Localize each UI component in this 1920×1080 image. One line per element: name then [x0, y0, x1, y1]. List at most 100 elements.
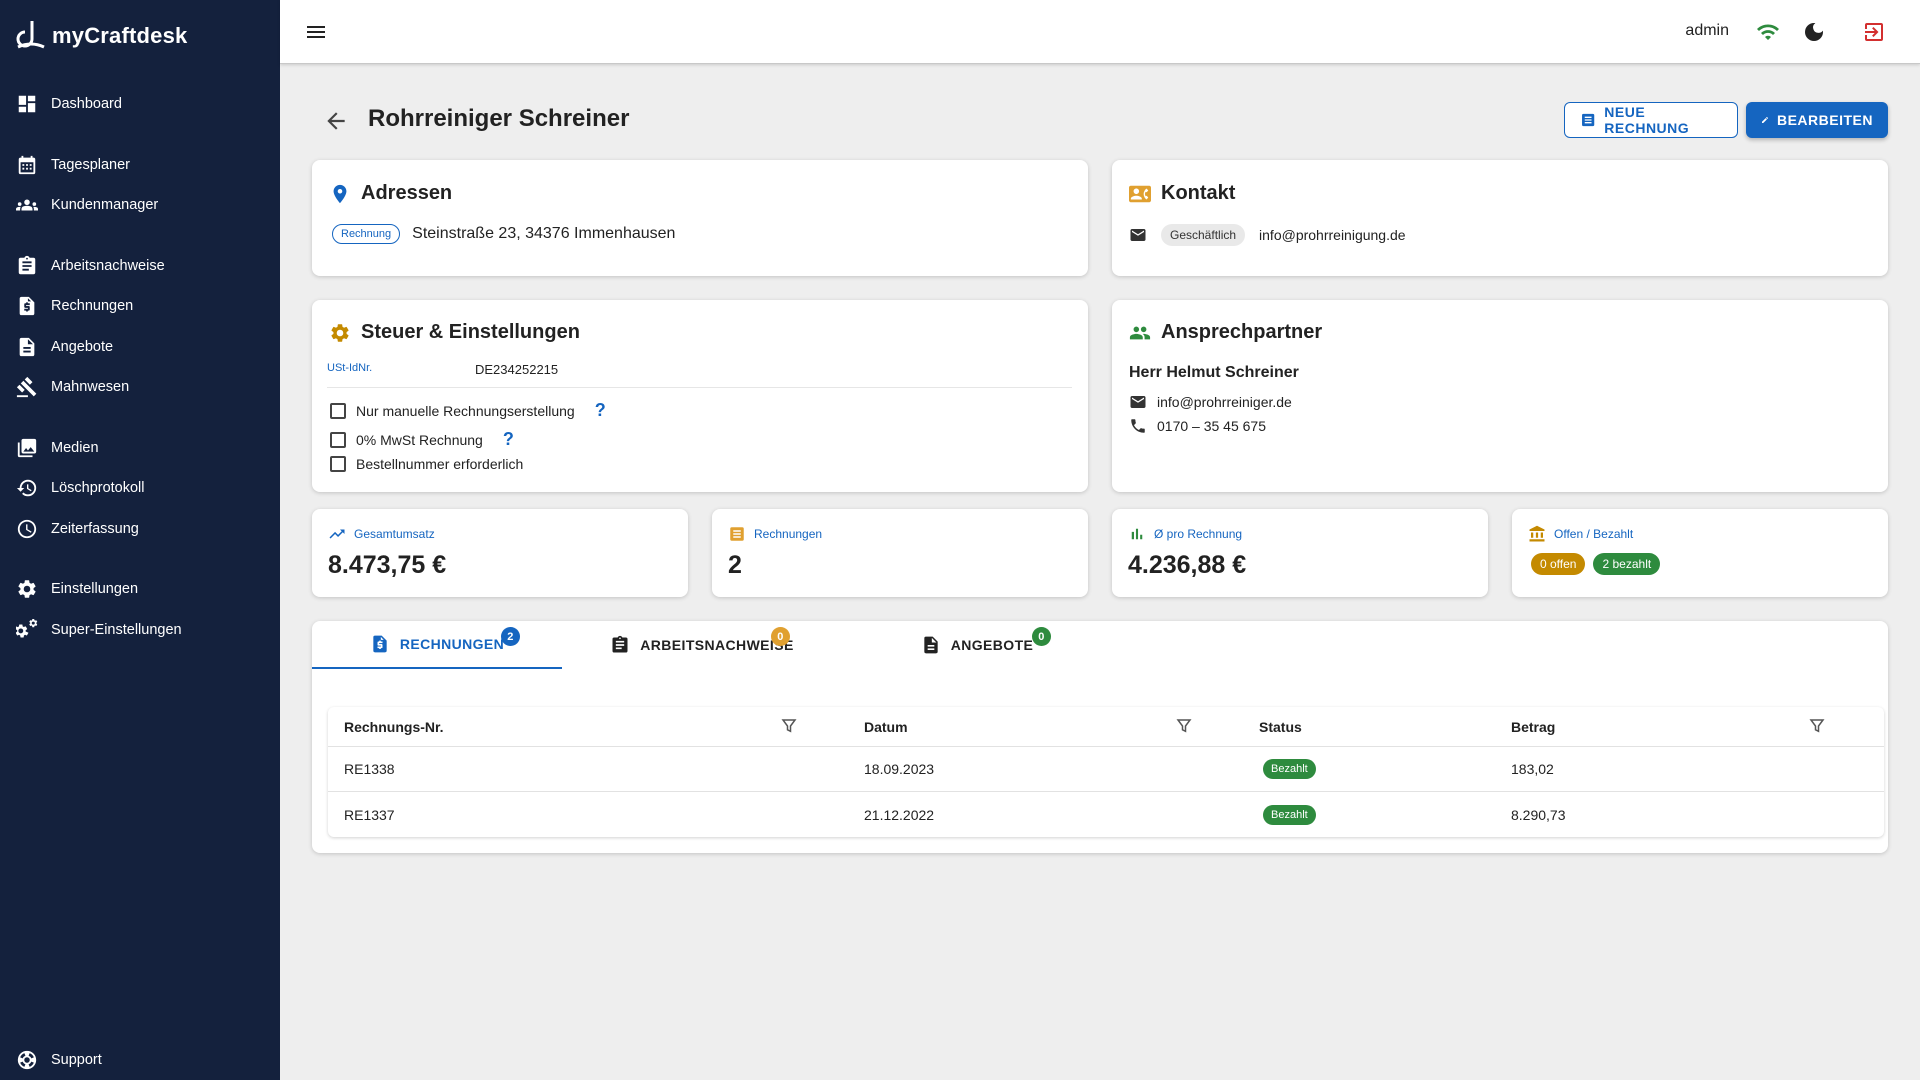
- column-header-amount[interactable]: Betrag: [1511, 707, 1555, 746]
- contact-person-title: Ansprechpartner: [1129, 321, 1322, 344]
- dark-mode-icon[interactable]: [1802, 20, 1826, 44]
- top-app-bar: admin: [280, 0, 1920, 64]
- stat-value: 8.473,75 €: [328, 551, 447, 579]
- bar-chart-icon: [1131, 528, 1143, 540]
- sidebar-item-zeiterfassung[interactable]: Zeiterfassung: [0, 509, 280, 549]
- sidebar-item-label: Kundenmanager: [51, 197, 159, 213]
- document-icon: [924, 636, 938, 654]
- gear-icon: [331, 323, 349, 342]
- edit-button[interactable]: BEARBEITEN: [1746, 102, 1888, 138]
- status-badge: Bezahlt: [1263, 804, 1316, 825]
- invoice-number: RE1338: [344, 761, 395, 777]
- history-icon: [15, 476, 39, 500]
- contact-type-chip: Geschäftlich: [1161, 224, 1246, 246]
- invoice-amount: 183,02: [1511, 761, 1554, 777]
- tab-label: RECHNUNGEN: [399, 636, 505, 652]
- sidebar-item-medien[interactable]: Medien: [0, 428, 280, 468]
- menu-icon[interactable]: [304, 20, 328, 44]
- tab-bar: RECHNUNGEN 2 ARBEITSNACHWEISE 0 ANGEBOTE…: [312, 621, 1888, 669]
- dashboard-icon: [15, 92, 39, 116]
- tax-settings-card: Steuer & Einstellungen USt-IdNr. DE23425…: [312, 300, 1088, 492]
- sidebar-item-einstellungen[interactable]: Einstellungen: [0, 569, 280, 609]
- logout-icon[interactable]: [1862, 20, 1886, 44]
- sidebar-item-label: Rechnungen: [51, 298, 134, 314]
- tab-angebote[interactable]: ANGEBOTE 0: [842, 621, 1112, 669]
- sidebar-item-angebote[interactable]: Angebote: [0, 327, 280, 367]
- column-header-number[interactable]: Rechnungs-Nr.: [344, 707, 444, 746]
- invoice-list-icon: [1582, 113, 1595, 127]
- tab-count-badge: 0: [1032, 627, 1051, 646]
- sidebar-item-arbeitsnachweise[interactable]: Arbeitsnachweise: [0, 246, 280, 286]
- contact-email[interactable]: info@prohrreinigung.de: [1259, 227, 1406, 243]
- option-order-number[interactable]: Bestellnummer erforderlich: [330, 456, 523, 472]
- address-type-chip: Rechnung: [332, 224, 401, 244]
- document-icon: [15, 335, 39, 359]
- sidebar-item-tagesplaner[interactable]: Tagesplaner: [0, 145, 280, 185]
- sidebar-item-dashboard[interactable]: Dashboard: [0, 84, 280, 124]
- option-label: Nur manuelle Rechnungserstellung: [356, 402, 575, 419]
- option-label: Bestellnummer erforderlich: [356, 456, 524, 472]
- status-badge: Bezahlt: [1263, 759, 1316, 779]
- app-logo[interactable]: myCraftdesk: [16, 14, 187, 58]
- contact-person-phone[interactable]: 0170 – 35 45 675: [1157, 418, 1266, 434]
- stat-card-revenue: Gesamtumsatz 8.473,75 €: [312, 509, 688, 597]
- sidebar: myCraftdesk Dashboard Tagesplaner Kunden…: [0, 0, 280, 1080]
- manual-invoice-checkbox[interactable]: [330, 402, 346, 419]
- option-zero-vat[interactable]: 0% MwSt Rechnung ?: [330, 429, 514, 450]
- tab-count-badge: 0: [771, 627, 790, 646]
- open-count-badge: 0 offen: [1531, 553, 1586, 575]
- help-icon[interactable]: ?: [503, 429, 514, 450]
- sidebar-item-mahnwesen[interactable]: Mahnwesen: [0, 367, 280, 407]
- sidebar-item-loeschprotokoll[interactable]: Löschprotokoll: [0, 468, 280, 508]
- sidebar-item-label: Arbeitsnachweise: [51, 258, 165, 274]
- tax-settings-title: Steuer & Einstellungen: [329, 321, 580, 344]
- contact-title-text: Kontakt: [1161, 182, 1236, 204]
- sidebar-item-label: Medien: [51, 440, 99, 456]
- tab-arbeitsnachweise[interactable]: ARBEITSNACHWEISE 0: [562, 621, 842, 669]
- sidebar-item-super-einstellungen[interactable]: Super-Einstellungen: [0, 610, 280, 650]
- paid-count-badge: 2 bezahlt: [1593, 553, 1661, 575]
- sidebar-item-label: Support: [51, 1052, 102, 1068]
- invoice-list-icon: [730, 527, 744, 541]
- sidebar-item-kundenmanager[interactable]: Kundenmanager: [0, 185, 280, 225]
- new-invoice-button[interactable]: NEUE RECHNUNG: [1564, 102, 1738, 138]
- filter-icon[interactable]: [1808, 717, 1826, 735]
- stat-label: Offen / Bezahlt: [1554, 527, 1634, 541]
- column-header-date[interactable]: Datum: [864, 707, 908, 746]
- stat-label: Rechnungen: [754, 527, 823, 541]
- stat-card-open-paid: Offen / Bezahlt 0 offen 2 bezahlt: [1512, 509, 1888, 597]
- order-number-checkbox[interactable]: [330, 456, 346, 472]
- filter-icon[interactable]: [1175, 717, 1193, 735]
- table-row[interactable]: RE1337 21.12.2022 Bezahlt 8.290,73: [328, 792, 1884, 837]
- sidebar-item-label: Mahnwesen: [51, 379, 130, 395]
- current-user[interactable]: admin: [1685, 22, 1729, 40]
- bank-icon: [1529, 525, 1545, 542]
- phone-icon: [1131, 419, 1145, 433]
- app-name: myCraftdesk: [52, 23, 188, 48]
- invoice-icon: [373, 635, 387, 653]
- ust-row: USt-IdNr. DE234252215: [327, 362, 1072, 388]
- tax-settings-title-text: Steuer & Einstellungen: [361, 321, 580, 343]
- sidebar-item-support[interactable]: Support: [0, 1040, 280, 1080]
- tab-rechnungen[interactable]: RECHNUNGEN 2: [312, 621, 562, 669]
- column-header-status[interactable]: Status: [1259, 707, 1302, 746]
- zero-vat-checkbox[interactable]: [330, 431, 346, 448]
- addresses-title: Adressen: [329, 182, 452, 205]
- contact-person-email[interactable]: info@prohrreiniger.de: [1157, 394, 1292, 410]
- invoice-date: 21.12.2022: [864, 806, 935, 823]
- pencil-icon: [1761, 117, 1768, 123]
- clock-icon: [15, 517, 39, 541]
- table-row[interactable]: RE1338 18.09.2023 Bezahlt 183,02: [328, 747, 1884, 792]
- stat-label: Ø pro Rechnung: [1154, 527, 1243, 541]
- filter-icon[interactable]: [780, 717, 798, 735]
- wifi-icon: [1756, 20, 1780, 44]
- sidebar-item-rechnungen[interactable]: Rechnungen: [0, 286, 280, 326]
- invoices-table: Rechnungs-Nr. Datum Status Betrag RE1338…: [328, 707, 1884, 837]
- option-manual-invoice[interactable]: Nur manuelle Rechnungserstellung ?: [330, 400, 606, 421]
- address-text: Steinstraße 23, 34376 Immenhausen: [412, 225, 676, 242]
- back-arrow-icon[interactable]: [323, 108, 349, 134]
- invoice-number: RE1337: [344, 806, 395, 823]
- sidebar-item-label: Löschprotokoll: [51, 480, 145, 496]
- help-icon[interactable]: ?: [595, 400, 606, 421]
- addresses-title-text: Adressen: [361, 182, 453, 204]
